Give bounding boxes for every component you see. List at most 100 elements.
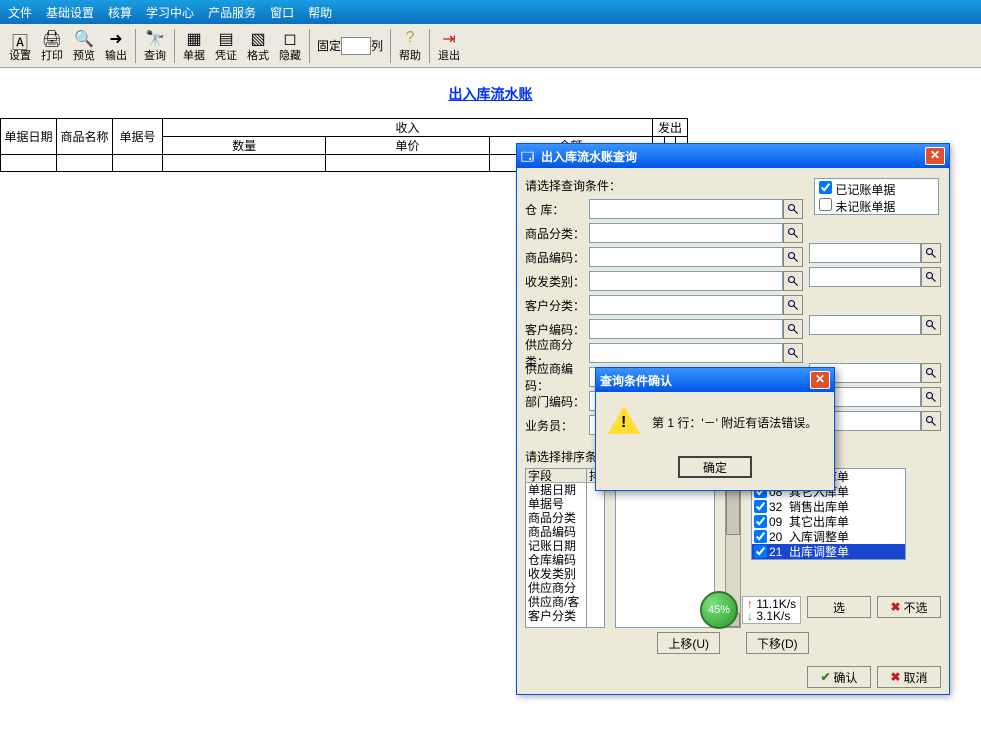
net-stats: ↑ 11.1K/s ↓ 3.1K/s [742, 596, 801, 624]
cust-code-label: 客户编码： [525, 321, 589, 338]
cert-button[interactable]: ▤凭证 [210, 27, 242, 65]
settings-icon: 🄰 [12, 29, 28, 47]
network-widget[interactable]: 45% ↑ 11.1K/s ↓ 3.1K/s [700, 591, 801, 629]
cust-cat-label: 客户分类： [525, 297, 589, 314]
voucher-button[interactable]: ▦单据 [178, 27, 210, 65]
list-item[interactable]: 客户分类 [526, 609, 586, 623]
posted-checkbox[interactable]: 已记账单据 [819, 181, 934, 198]
query-button[interactable]: 🔭查询 [139, 27, 171, 65]
prod-cat-input[interactable] [589, 223, 783, 243]
list-item[interactable]: 供应商/客 [526, 595, 586, 609]
warehouse-input[interactable] [589, 199, 783, 219]
label: 输出 [105, 47, 127, 63]
lookup-button[interactable] [783, 319, 803, 339]
separator [309, 29, 310, 63]
preview-icon: 🔍 [74, 29, 94, 47]
lookup-button[interactable] [921, 411, 941, 431]
menu-item[interactable]: 学习中心 [146, 4, 194, 21]
menu-item[interactable]: 文件 [8, 4, 32, 21]
lookup-button[interactable] [783, 247, 803, 267]
help-button[interactable]: ?帮助 [394, 27, 426, 65]
close-button[interactable]: ✕ [925, 147, 945, 165]
download-icon: ↓ [747, 609, 753, 623]
lock-input[interactable] [341, 37, 371, 55]
list-item[interactable]: 21出库调整单 [752, 544, 905, 559]
lookup-button[interactable] [783, 199, 803, 219]
format-icon: ▧ [250, 29, 265, 47]
list-item[interactable]: 商品编码 [526, 525, 586, 539]
grid-icon: ▤ [218, 29, 233, 47]
warning-icon: ! [608, 406, 640, 438]
io-type-to-input[interactable] [809, 267, 921, 287]
close-button[interactable]: ✕ [810, 371, 830, 389]
menu-item[interactable]: 核算 [108, 4, 132, 21]
io-type-from-input[interactable] [589, 271, 783, 291]
cust-code-to-input[interactable] [809, 315, 921, 335]
lookup-button[interactable] [921, 315, 941, 335]
select-none-button[interactable]: ✖不选 [877, 596, 941, 618]
alert-message: 第 1 行：'－' 附近有语法错误。 [652, 414, 817, 431]
sup-cat-input[interactable] [589, 343, 783, 363]
list-item[interactable]: 仓库编码 [526, 553, 586, 567]
lookup-button[interactable] [921, 363, 941, 383]
col-header: 数量 [163, 137, 326, 155]
list-item[interactable]: 商品分类 [526, 511, 586, 525]
percent-badge: 45% [700, 591, 738, 629]
export-button[interactable]: ➜输出 [100, 27, 132, 65]
prod-code-from-input[interactable] [589, 247, 783, 267]
table-cell [113, 155, 163, 172]
fields-listbox[interactable]: 字段 单据日期 单据号 商品分类 商品编码 记账日期 仓库编码 收发类别 供应商… [525, 468, 587, 628]
col-header: 收入 [163, 119, 653, 137]
list-item[interactable]: 09其它出库单 [752, 514, 905, 529]
preview-button[interactable]: 🔍预览 [68, 27, 100, 65]
lookup-button[interactable] [921, 267, 941, 287]
separator [390, 29, 391, 63]
binoculars-icon: 🔭 [145, 29, 165, 47]
lookup-button[interactable] [783, 271, 803, 291]
menu-item[interactable]: 帮助 [308, 4, 332, 21]
lookup-button[interactable] [783, 295, 803, 315]
ok-button[interactable]: ✔确认 [807, 666, 871, 688]
cancel-button[interactable]: ✖取消 [877, 666, 941, 688]
document-icon: ▦ [186, 29, 201, 47]
menu-item[interactable]: 产品服务 [208, 4, 256, 21]
report-title-link[interactable]: 出入库流水账 [449, 86, 533, 102]
hide-button[interactable]: ◻隐藏 [274, 27, 306, 65]
list-item[interactable]: 20入库调整单 [752, 529, 905, 544]
unposted-checkbox[interactable]: 未记账单据 [819, 198, 934, 215]
cust-cat-input[interactable] [589, 295, 783, 315]
menu-item[interactable]: 基础设置 [46, 4, 94, 21]
list-item[interactable]: 供应商分 [526, 581, 586, 595]
dialog-titlebar[interactable]: 🗔 出入库流水账查询 ✕ [517, 144, 949, 168]
format-button[interactable]: ▧格式 [242, 27, 274, 65]
list-item[interactable]: 32销售出库单 [752, 499, 905, 514]
help-icon: ? [406, 29, 415, 47]
prod-cat-label: 商品分类： [525, 225, 589, 242]
col-header: 发出 [652, 119, 687, 137]
menu-item[interactable]: 窗口 [270, 4, 294, 21]
label: 帮助 [399, 47, 421, 63]
lookup-button[interactable] [921, 387, 941, 407]
lookup-button[interactable] [783, 343, 803, 363]
alert-ok-button[interactable]: 确定 [678, 456, 752, 478]
list-item[interactable]: 收发类别 [526, 567, 586, 581]
prod-code-to-input[interactable] [809, 243, 921, 263]
lookup-button[interactable] [783, 223, 803, 243]
move-up-button[interactable]: 上移(U) [657, 632, 720, 654]
name: 出库调整单 [789, 543, 849, 560]
alert-titlebar[interactable]: 查询条件确认 ✕ [596, 368, 834, 392]
cust-code-from-input[interactable] [589, 319, 783, 339]
list-item[interactable]: 单据号 [526, 497, 586, 511]
exit-button[interactable]: ⇥退出 [433, 27, 465, 65]
list-item[interactable]: 记账日期 [526, 539, 586, 553]
settings-button[interactable]: 🄰设置 [4, 27, 36, 65]
separator [429, 29, 430, 63]
lookup-button[interactable] [921, 243, 941, 263]
move-down-button[interactable]: 下移(D) [746, 632, 809, 654]
list-item[interactable]: 单据日期 [526, 483, 586, 497]
select-all-button[interactable]: 选 [807, 596, 871, 618]
sort-dir-listbox[interactable]: 排 [587, 468, 605, 628]
print-button[interactable]: 🖨打印 [36, 27, 68, 65]
col-header: 单据日期 [1, 119, 57, 155]
label: 隐藏 [279, 47, 301, 63]
